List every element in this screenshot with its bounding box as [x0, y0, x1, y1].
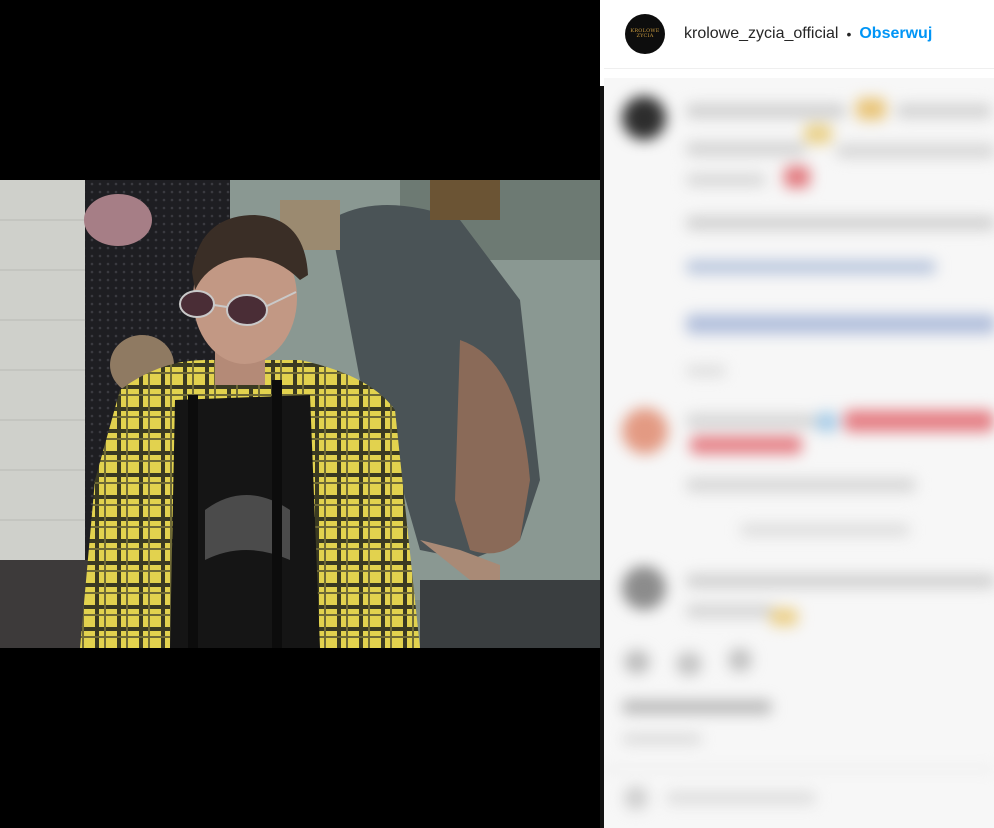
blurred-tag: [690, 436, 802, 454]
video-player[interactable]: [0, 180, 600, 648]
video-frame-image: [0, 180, 600, 648]
blurred-avatar: [622, 96, 666, 140]
blurred-share-icon: [728, 648, 752, 672]
blurred-emoji-picker-icon: [624, 786, 648, 810]
post-side-panel: KROLOWE ZYCIA krolowe_zycia_official • O…: [600, 0, 994, 828]
blurred-avatar: [622, 566, 666, 610]
comments-section-blurred: [604, 78, 994, 828]
blurred-link: [686, 314, 994, 334]
blurred-tag: [844, 410, 994, 432]
blurred-content: [604, 78, 994, 828]
blurred-text: [686, 478, 916, 492]
blurred-emoji: [816, 412, 838, 432]
blurred-text: [686, 366, 726, 376]
media-area: [0, 0, 600, 828]
blurred-text: [686, 216, 994, 230]
blurred-text: [686, 604, 776, 618]
blurred-like-icon: [624, 650, 650, 674]
blurred-text: [686, 174, 766, 186]
blurred-emoji: [784, 166, 810, 188]
username-link[interactable]: krolowe_zycia_official: [684, 25, 838, 43]
blurred-text: [686, 574, 994, 588]
blurred-text: [686, 104, 846, 118]
blurred-link: [686, 260, 936, 274]
instagram-post-view: KROLOWE ZYCIA krolowe_zycia_official • O…: [0, 0, 994, 828]
blurred-comment-icon: [676, 652, 702, 676]
blurred-text: [836, 144, 994, 158]
avatar-logo: KROLOWE ZYCIA: [630, 29, 659, 39]
blurred-comment-input: [666, 792, 816, 804]
follow-button[interactable]: Obserwuj: [859, 25, 932, 43]
blurred-emoji: [856, 98, 886, 120]
blurred-text: [686, 414, 816, 428]
avatar-logo-line2: ZYCIA: [636, 33, 654, 39]
blurred-date-text: [622, 734, 702, 744]
blurred-emoji: [770, 608, 798, 626]
blurred-likes-text: [622, 700, 772, 714]
post-header: KROLOWE ZYCIA krolowe_zycia_official • O…: [604, 0, 994, 69]
blurred-text: [740, 524, 910, 536]
blurred-text: [686, 142, 806, 156]
blurred-divider: [604, 768, 994, 770]
blurred-text: [896, 104, 992, 118]
blurred-avatar: [622, 408, 668, 454]
blurred-emoji: [804, 124, 832, 144]
separator-dot: •: [846, 26, 852, 42]
avatar[interactable]: KROLOWE ZYCIA: [625, 14, 665, 54]
